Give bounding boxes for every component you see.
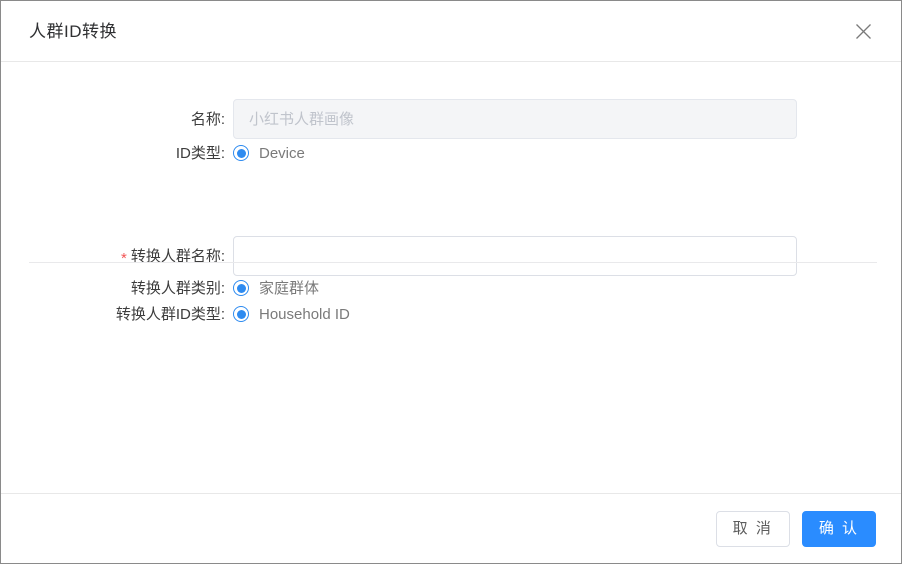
form-row-target-name: * 转换人群名称: — [1, 236, 901, 276]
radio-dot-icon — [233, 145, 249, 161]
confirm-button[interactable]: 确 认 — [801, 510, 876, 547]
form-row-id-type: ID类型: Device — [1, 140, 901, 166]
form-row-target-id-type: 转换人群ID类型: Household ID — [1, 301, 901, 327]
dialog-header: 人群ID转换 — [1, 1, 901, 62]
dialog-body: 名称: ID类型: Device *转换人群名称: — [1, 62, 901, 493]
id-conversion-dialog: 人群ID转换 名称: ID类型: Device — [0, 0, 902, 564]
close-icon — [855, 23, 871, 39]
radio-label-household-group: 家庭群体 — [259, 279, 320, 297]
radio-label-household-id: Household ID — [259, 305, 350, 323]
radio-label-device: Device — [259, 144, 305, 162]
cancel-button[interactable]: 取 消 — [715, 510, 790, 547]
close-button[interactable] — [845, 13, 881, 49]
label-id-type: ID类型: — [175, 144, 225, 162]
field-target-category: 家庭群体 — [233, 280, 901, 296]
radio-dot-icon — [233, 306, 249, 322]
radio-target-id-type-household-id[interactable]: Household ID — [233, 306, 350, 322]
field-target-name — [233, 236, 901, 276]
section-divider — [29, 262, 877, 263]
radio-id-type-device[interactable]: Device — [233, 145, 305, 161]
label-target-category: 转换人群类别: — [130, 279, 225, 297]
field-id-type: Device — [233, 145, 901, 161]
form-row-name: 名称: — [1, 98, 901, 140]
dialog-footer: 取 消 确 认 — [1, 493, 901, 563]
radio-dot-icon — [233, 280, 249, 296]
radio-target-category-household-group[interactable]: 家庭群体 — [233, 280, 319, 296]
required-asterisk: * — [120, 249, 127, 267]
target-name-input[interactable] — [233, 236, 797, 276]
form-row-target-category: 转换人群类别: 家庭群体 — [1, 275, 901, 301]
name-input — [233, 99, 797, 139]
field-name — [233, 99, 901, 139]
field-target-id-type: Household ID — [233, 306, 901, 322]
label-name: 名称: — [190, 110, 225, 128]
label-target-id-type: 转换人群ID类型: — [115, 305, 225, 323]
dialog-title: 人群ID转换 — [29, 21, 117, 41]
